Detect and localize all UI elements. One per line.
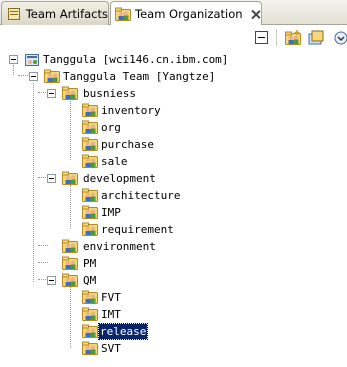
team-icon	[62, 273, 78, 287]
tree-item-label: Tanggula Team [Yangtze]	[63, 70, 216, 83]
tree-item-label: SVT	[101, 342, 121, 355]
collapse-toggle-icon[interactable]	[47, 89, 56, 98]
tree-item-architecture[interactable]: architecture	[0, 187, 347, 204]
tree-item-sale[interactable]: sale	[0, 153, 347, 170]
tree-item-inventory[interactable]: inventory	[0, 102, 347, 119]
team-icon	[82, 103, 98, 117]
tree-item-label: PM	[83, 257, 97, 270]
collapse-toggle-icon[interactable]	[29, 72, 38, 81]
team-icon	[82, 341, 98, 355]
collapse-toggle-icon[interactable]	[9, 55, 18, 64]
tree-item-server[interactable]: Tanggula [wci146.cn.ibm.com]	[0, 51, 347, 68]
team-icon	[82, 120, 98, 134]
view-tab-bar: Team Artifacts Team Organization	[0, 0, 347, 26]
tree-item-label: sale	[101, 155, 128, 168]
tree-item-imp[interactable]: IMP	[0, 204, 347, 221]
create-project-icon[interactable]	[308, 30, 324, 46]
team-icon	[82, 222, 98, 236]
tree-item-busniess[interactable]: busniess	[0, 85, 347, 102]
team-organization-icon	[115, 7, 131, 21]
team-icon	[82, 324, 98, 338]
team-icon	[82, 290, 98, 304]
tab-team-organization-label: Team Organization	[135, 7, 243, 21]
tree-item-label: development	[83, 172, 156, 185]
tree-item-pm[interactable]: PM	[0, 255, 347, 272]
tree-item-label: busniess	[83, 87, 136, 100]
tree-item-org[interactable]: org	[0, 119, 347, 136]
team-icon	[82, 154, 98, 168]
team-icon	[62, 256, 78, 270]
tree-item-label: IMT	[101, 308, 121, 321]
team-artifacts-icon	[8, 7, 20, 20]
tree-item-label: architecture	[101, 189, 181, 202]
team-icon	[62, 239, 78, 253]
team-area-icon	[44, 69, 60, 83]
team-organization-tree: Tanggula [wci146.cn.ibm.com] Tanggula Te…	[0, 49, 347, 367]
menu-icon[interactable]	[333, 30, 347, 46]
team-icon	[82, 188, 98, 202]
tree-item-label: FVT	[101, 291, 121, 304]
tree-item-label: requirement	[101, 223, 174, 236]
view-toolbar	[0, 25, 347, 49]
tree-item-label: inventory	[101, 104, 161, 117]
tree-item-label: environment	[83, 240, 156, 253]
close-icon[interactable]	[250, 9, 261, 20]
tree-item-requirement[interactable]: requirement	[0, 221, 347, 238]
tab-team-artifacts[interactable]: Team Artifacts	[1, 1, 109, 25]
collapse-all-icon[interactable]	[255, 31, 268, 44]
tree-item-release[interactable]: release	[0, 323, 347, 340]
tree-item-label: Tanggula [wci146.cn.ibm.com]	[43, 53, 229, 66]
team-icon	[62, 171, 78, 185]
tree-item-svt[interactable]: SVT	[0, 340, 347, 357]
tree-item-development[interactable]: development	[0, 170, 347, 187]
tab-team-artifacts-label: Team Artifacts	[25, 6, 108, 21]
team-icon	[82, 307, 98, 321]
tree-item-fvt[interactable]: FVT	[0, 289, 347, 306]
tree-item-label: purchase	[101, 138, 154, 151]
create-team-icon[interactable]	[285, 30, 301, 46]
tree-item-environment[interactable]: environment	[0, 238, 347, 255]
tree-item-label: org	[101, 121, 121, 134]
tree-item-team-area[interactable]: Tanggula Team [Yangtze]	[0, 68, 347, 85]
tree-item-qm[interactable]: QM	[0, 272, 347, 289]
collapse-toggle-icon[interactable]	[47, 174, 56, 183]
tab-team-organization[interactable]: Team Organization	[110, 1, 262, 26]
team-icon	[82, 205, 98, 219]
toolbar-separator	[276, 29, 277, 46]
tree-item-purchase[interactable]: purchase	[0, 136, 347, 153]
tree-item-label: IMP	[101, 206, 121, 219]
tree-item-label: QM	[83, 274, 97, 287]
collapse-toggle-icon[interactable]	[47, 276, 56, 285]
tree-item-imt[interactable]: IMT	[0, 306, 347, 323]
team-icon	[82, 137, 98, 151]
team-icon	[62, 86, 78, 100]
repository-icon	[25, 54, 39, 66]
tree-item-label-selected: release	[97, 323, 149, 340]
